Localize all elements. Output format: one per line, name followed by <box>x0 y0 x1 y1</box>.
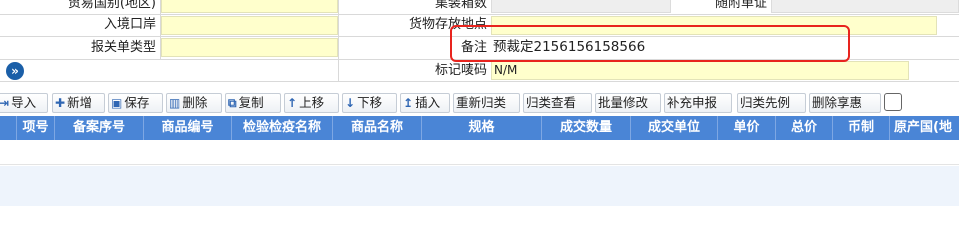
classification-view-button-label: 归类查看 <box>526 95 577 110</box>
supplementary-declaration-button-label: 补充申报 <box>667 95 718 110</box>
move-up-button[interactable]: ↑ 上移 <box>284 93 339 113</box>
attached-docs-label: 随附单证 <box>714 0 767 11</box>
column-header-currency[interactable]: 币制 <box>833 116 890 140</box>
entry-port-input[interactable] <box>161 16 338 35</box>
plus-icon: ✚ <box>55 96 66 110</box>
trade-country-label: 贸易国别(地区) <box>67 0 156 11</box>
insert-button-label: 插入 <box>415 95 441 110</box>
column-header-record-no[interactable]: 备案序号 <box>55 116 144 140</box>
classification-precedent-button[interactable]: 归类先例 <box>737 93 806 113</box>
double-chevron-icon[interactable]: » <box>6 62 24 80</box>
column-header-total-price[interactable]: 总价 <box>776 116 833 140</box>
insert-icon: ↥ <box>403 96 414 110</box>
add-button-label: 新增 <box>67 95 93 110</box>
column-header-quantity[interactable]: 成交数量 <box>542 116 631 140</box>
classification-view-button[interactable]: 归类查看 <box>523 93 592 113</box>
batch-edit-button[interactable]: 批量修改 <box>595 93 661 113</box>
move-down-button[interactable]: ↓ 下移 <box>342 93 397 113</box>
column-header-product-name[interactable]: 商品名称 <box>333 116 422 140</box>
attached-docs-input[interactable] <box>771 0 959 13</box>
move-down-button-label: 下移 <box>357 95 383 110</box>
import-icon: ⇥ <box>0 96 10 110</box>
table-empty-row <box>0 140 959 165</box>
marks-value: N/M <box>494 63 518 77</box>
import-button[interactable]: ⇥ 导入 <box>0 93 48 113</box>
trash-icon: ▥ <box>169 96 181 110</box>
add-button[interactable]: ✚ 新增 <box>52 93 105 113</box>
entry-port-label: 入境口岸 <box>103 17 156 32</box>
customs-form-type-select[interactable] <box>161 38 338 57</box>
copy-button-label: 复制 <box>238 95 264 110</box>
batch-edit-button-label: 批量修改 <box>598 95 649 110</box>
move-up-button-label: 上移 <box>299 95 325 110</box>
save-icon: ▣ <box>111 96 123 110</box>
table-header: 项号 备案序号 商品编号 检验检疫名称 商品名称 规格 成交数量 成交单位 单价… <box>0 116 959 140</box>
delete-button-label: 删除 <box>182 95 208 110</box>
column-header-blank <box>0 116 17 140</box>
marks-label: 标记唛码 <box>434 63 487 78</box>
insert-button[interactable]: ↥ 插入 <box>400 93 450 113</box>
delete-preference-button[interactable]: 删除享惠 <box>809 93 881 113</box>
copy-button[interactable]: ⧉ 复制 <box>225 93 281 113</box>
column-header-item-no[interactable]: 项号 <box>17 116 55 140</box>
container-count-label: 集装箱数 <box>434 0 487 11</box>
column-header-unit[interactable]: 成交单位 <box>631 116 718 140</box>
reclassify-button-label: 重新归类 <box>456 95 507 110</box>
import-button-label: 导入 <box>11 95 37 110</box>
select-checkbox[interactable] <box>884 93 902 111</box>
supplementary-declaration-button[interactable]: 补充申报 <box>664 93 732 113</box>
arrow-down-icon: ↓ <box>345 96 356 110</box>
highlight-box <box>450 25 850 62</box>
column-header-unit-price[interactable]: 单价 <box>718 116 776 140</box>
trade-country-input[interactable] <box>161 0 338 13</box>
reclassify-button[interactable]: 重新归类 <box>453 93 520 113</box>
customs-form-type-label: 报关单类型 <box>90 40 156 55</box>
copy-icon: ⧉ <box>228 96 237 110</box>
column-header-origin-country[interactable]: 原产国(地 <box>890 116 959 140</box>
column-header-inspection-name[interactable]: 检验检疫名称 <box>232 116 333 140</box>
delete-button[interactable]: ▥ 删除 <box>166 93 222 113</box>
arrow-up-icon: ↑ <box>287 96 298 110</box>
table-body-background <box>0 166 959 206</box>
delete-preference-button-label: 删除享惠 <box>812 95 863 110</box>
classification-precedent-button-label: 归类先例 <box>740 95 791 110</box>
marks-input[interactable]: N/M <box>491 61 909 80</box>
toolbar: ⇥ 导入 ✚ 新增 ▣ 保存 ▥ 删除 ⧉ 复制 ↑ 上移 ↓ 下移 ↥ 插入 重新归类 归类查… <box>0 91 959 115</box>
container-count-input[interactable] <box>491 0 671 13</box>
save-button[interactable]: ▣ 保存 <box>108 93 163 113</box>
column-header-product-code[interactable]: 商品编号 <box>144 116 232 140</box>
save-button-label: 保存 <box>124 95 150 110</box>
column-header-spec[interactable]: 规格 <box>422 116 542 140</box>
